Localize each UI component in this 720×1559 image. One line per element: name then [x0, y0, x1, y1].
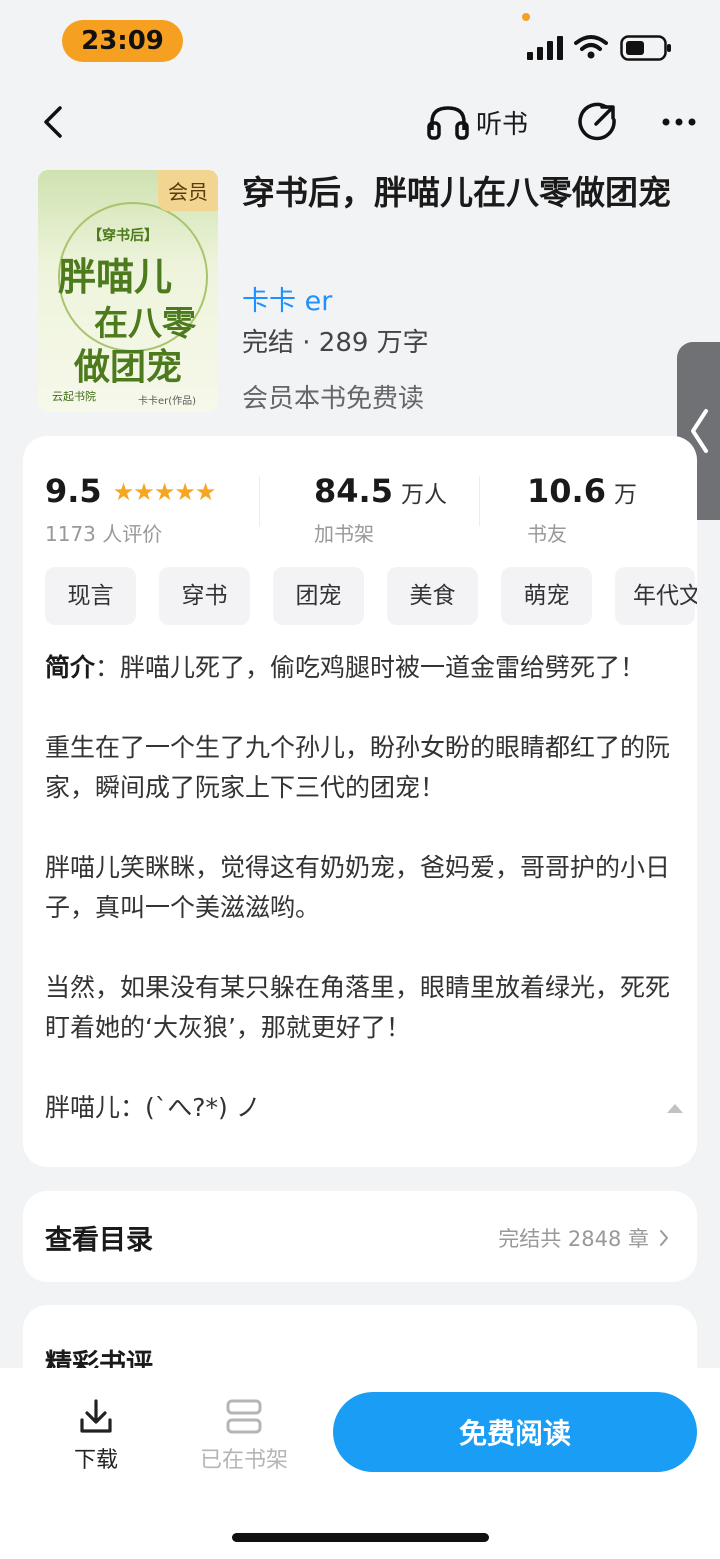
- cellular-signal-icon: [527, 36, 563, 60]
- tag-item[interactable]: 美食: [387, 567, 478, 625]
- stat-divider: [479, 476, 480, 526]
- star-rating-icon: ★★★★★: [112, 478, 217, 506]
- book-info-card: 9.5 ★★★★★ 1173 人评价 84.5 万人 加书架 10.6 万 书友 现…: [23, 436, 697, 1167]
- stat-divider: [259, 476, 260, 526]
- share-button[interactable]: [578, 102, 618, 142]
- toc-meta: 完结共 2848 章: [498, 1223, 669, 1253]
- synopsis-paragraph: 胖喵儿笑眯眯，觉得这有奶奶宠，爸妈爱，哥哥护的小日子，真叫一个美滋滋哟。: [45, 853, 671, 922]
- tag-item[interactable]: 团宠: [273, 567, 364, 625]
- vip-note: 会员本书免费读: [242, 384, 425, 414]
- rating-count: 1173 人评价: [45, 522, 163, 546]
- table-of-contents-row[interactable]: 查看目录 完结共 2848 章: [23, 1191, 697, 1282]
- tag-item[interactable]: 萌宠: [501, 567, 592, 625]
- rating-stat: 9.5 ★★★★★ 1173 人评价: [45, 472, 217, 547]
- fans-stat: 10.6 万 书友: [527, 472, 637, 547]
- free-read-button[interactable]: 免费阅读: [333, 1392, 697, 1472]
- fans-unit: 万: [613, 482, 637, 508]
- download-button[interactable]: 下载: [66, 1398, 126, 1474]
- shelf-count: 84.5: [314, 472, 393, 510]
- fans-count: 10.6: [527, 472, 606, 510]
- more-dots-icon: [662, 118, 696, 126]
- fans-label: 书友: [527, 522, 567, 546]
- status-bar: 23:09: [0, 0, 720, 84]
- cover-publisher: 云起书院: [52, 390, 96, 403]
- book-title: 穿书后，胖喵儿在八零做团宠: [242, 173, 671, 212]
- shelf-label: 加书架: [314, 522, 374, 546]
- synopsis-paragraph: ：胖喵儿死了，偷吃鸡腿时被一道金雷给劈死了！: [95, 653, 646, 682]
- synopsis-paragraph: 胖喵儿：(`へ?*) ノ: [45, 1093, 261, 1122]
- on-shelf-button[interactable]: 已在书架: [196, 1398, 292, 1474]
- more-button[interactable]: [660, 104, 700, 140]
- cover-title-line-3: 做团宠: [74, 346, 183, 388]
- on-shelf-label: 已在书架: [199, 1448, 288, 1473]
- back-button[interactable]: [36, 102, 76, 142]
- chevron-right-icon: [660, 1230, 668, 1246]
- share-icon: [578, 102, 616, 141]
- shelf-stat: 84.5 万人 加书架: [314, 472, 447, 547]
- vip-badge: 会员: [158, 170, 218, 211]
- home-indicator: [232, 1533, 489, 1542]
- listen-label: 听书: [476, 109, 529, 140]
- book-synopsis[interactable]: 简介：胖喵儿死了，偷吃鸡腿时被一道金雷给劈死了！ 重生在了一个生了九个孙儿，盼孙…: [45, 648, 677, 1128]
- cover-title-line-1: 胖喵儿: [58, 254, 173, 299]
- download-icon: [80, 1399, 112, 1433]
- download-label: 下载: [73, 1448, 118, 1473]
- cover-small-title: 【穿书后】: [88, 228, 158, 244]
- bookshelf-icon: [226, 1399, 262, 1434]
- cover-author: 卡卡er(作品): [138, 396, 197, 407]
- chapter-count: 完结共 2848 章: [498, 1227, 649, 1251]
- synopsis-paragraph: 重生在了一个生了九个孙儿，盼孙女盼的眼睛都红了的阮家，瞬间成了阮家上下三代的团宠…: [45, 733, 671, 802]
- tag-item[interactable]: 现言: [45, 567, 136, 625]
- synopsis-paragraph: 当然，如果没有某只躲在角落里，眼睛里放着绿光，死死盯着她的‘大灰狼’，那就更好了…: [45, 973, 671, 1042]
- author-link[interactable]: 卡卡 er: [242, 279, 332, 318]
- rating-value: 9.5: [45, 472, 102, 510]
- battery-icon: [620, 35, 671, 61]
- tag-list: 现言 穿书 团宠 美食 萌宠 年代文: [45, 567, 697, 627]
- listen-button[interactable]: 听书: [426, 102, 528, 142]
- tag-item[interactable]: 年代文: [615, 567, 697, 625]
- headphones-icon: [427, 106, 469, 140]
- privacy-indicator-dot: [522, 13, 530, 21]
- status-time: 23:09: [62, 20, 183, 62]
- collapse-arrow-icon[interactable]: [667, 1104, 683, 1113]
- shelf-unit: 万人: [400, 482, 447, 508]
- chevron-left-icon: [44, 106, 62, 138]
- book-status: 完结 · 289 万字: [242, 328, 429, 358]
- wifi-icon: [574, 35, 608, 59]
- toc-title: 查看目录: [45, 1225, 153, 1256]
- bottom-action-bar: 下载 已在书架 免费阅读: [0, 1368, 720, 1559]
- book-cover[interactable]: 【穿书后】 胖喵儿 在八零 做团宠 云起书院 卡卡er(作品) 会员: [38, 170, 218, 412]
- synopsis-label: 简介: [45, 653, 96, 682]
- tag-item[interactable]: 穿书: [159, 567, 250, 625]
